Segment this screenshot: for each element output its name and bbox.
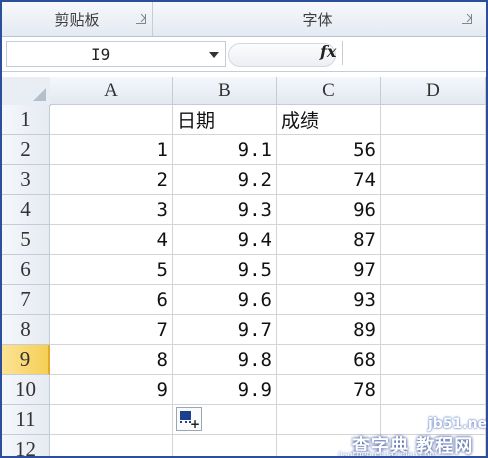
- font-dialog-launcher-icon[interactable]: [462, 14, 472, 24]
- cell-c4[interactable]: 96: [277, 195, 381, 225]
- formula-bar: I9 fx: [2, 37, 486, 72]
- cell-d4[interactable]: [381, 195, 486, 225]
- cell-b9[interactable]: 9.8: [173, 345, 277, 375]
- cell-d9[interactable]: [381, 345, 486, 375]
- cell-d3[interactable]: [381, 165, 486, 195]
- row-header-11[interactable]: 11: [2, 405, 50, 435]
- cell-c6[interactable]: 97: [277, 255, 381, 285]
- cell-a9[interactable]: 8: [50, 345, 173, 375]
- cell-a6[interactable]: 5: [50, 255, 173, 285]
- cell-c7[interactable]: 93: [277, 285, 381, 315]
- cell-c1[interactable]: 成绩: [277, 105, 381, 135]
- cell-b12[interactable]: [173, 435, 277, 456]
- cell-b8[interactable]: 9.7: [173, 315, 277, 345]
- cell-a5[interactable]: 4: [50, 225, 173, 255]
- clipboard-group-label: 剪贴板: [54, 10, 100, 29]
- column-header-a[interactable]: A: [50, 77, 173, 105]
- row-header-5[interactable]: 5: [2, 225, 50, 255]
- formula-input[interactable]: [342, 41, 483, 65]
- column-header-c[interactable]: C: [277, 77, 381, 105]
- autofill-options-button[interactable]: +: [176, 407, 202, 431]
- cell-d1[interactable]: [381, 105, 486, 135]
- cell-a12[interactable]: [50, 435, 173, 456]
- cell-c8[interactable]: 89: [277, 315, 381, 345]
- cell-a8[interactable]: 7: [50, 315, 173, 345]
- cell-c3[interactable]: 74: [277, 165, 381, 195]
- ribbon-group-font[interactable]: 字体: [153, 2, 482, 36]
- cell-b4[interactable]: 9.3: [173, 195, 277, 225]
- watermark-line1: jb51.net: [428, 416, 488, 432]
- cell-d2[interactable]: [381, 135, 486, 165]
- cell-d8[interactable]: [381, 315, 486, 345]
- row-header-12[interactable]: 12: [2, 435, 50, 456]
- row-header-6[interactable]: 6: [2, 255, 50, 285]
- cell-b10[interactable]: 9.9: [173, 375, 277, 405]
- cell-c11[interactable]: [277, 405, 381, 435]
- cell-d5[interactable]: [381, 225, 486, 255]
- select-all-button[interactable]: [2, 77, 51, 106]
- cell-c5[interactable]: 87: [277, 225, 381, 255]
- cell-a3[interactable]: 2: [50, 165, 173, 195]
- row-header-2[interactable]: 2: [2, 135, 50, 165]
- cell-b5[interactable]: 9.4: [173, 225, 277, 255]
- name-box-value: I9: [91, 45, 111, 64]
- watermark-line3: jiaocheng.chazidian.com: [338, 450, 438, 458]
- ribbon-group-clipboard[interactable]: 剪贴板: [2, 2, 153, 36]
- cell-b6[interactable]: 9.5: [173, 255, 277, 285]
- cell-d7[interactable]: [381, 285, 486, 315]
- cell-a1[interactable]: [50, 105, 173, 135]
- cell-c10[interactable]: 78: [277, 375, 381, 405]
- select-all-triangle-icon: [33, 88, 46, 101]
- cell-c2[interactable]: 56: [277, 135, 381, 165]
- cell-a10[interactable]: 9: [50, 375, 173, 405]
- row-header-10[interactable]: 10: [2, 375, 50, 405]
- cell-a7[interactable]: 6: [50, 285, 173, 315]
- cell-a2[interactable]: 1: [50, 135, 173, 165]
- name-box[interactable]: I9: [6, 41, 226, 67]
- cell-c9[interactable]: 68: [277, 345, 381, 375]
- row-header-4[interactable]: 4: [2, 195, 50, 225]
- row-header-1[interactable]: 1: [2, 105, 50, 135]
- cell-a11[interactable]: [50, 405, 173, 435]
- font-group-label: 字体: [302, 10, 333, 29]
- row-header-8[interactable]: 8: [2, 315, 50, 345]
- row-header-9[interactable]: 9: [2, 345, 50, 375]
- clipboard-dialog-launcher-icon[interactable]: [136, 14, 146, 24]
- cell-d10[interactable]: [381, 375, 486, 405]
- plus-icon: +: [189, 417, 200, 431]
- column-header-d[interactable]: D: [381, 77, 486, 105]
- excel-window: 剪贴板 字体 I9 fx A B C D 1 日期 成绩 2 1 9.1 56 3 2 9.2 74 4 3 9.…: [0, 0, 488, 458]
- cell-b7[interactable]: 9.6: [173, 285, 277, 315]
- chevron-down-icon[interactable]: [209, 52, 219, 58]
- column-header-b[interactable]: B: [173, 77, 277, 105]
- cell-d6[interactable]: [381, 255, 486, 285]
- cell-a4[interactable]: 3: [50, 195, 173, 225]
- ribbon: 剪贴板 字体: [2, 2, 486, 37]
- insert-function-icon[interactable]: fx: [320, 42, 336, 61]
- cell-b3[interactable]: 9.2: [173, 165, 277, 195]
- row-header-7[interactable]: 7: [2, 285, 50, 315]
- cell-b1[interactable]: 日期: [173, 105, 277, 135]
- cell-b2[interactable]: 9.1: [173, 135, 277, 165]
- row-header-3[interactable]: 3: [2, 165, 50, 195]
